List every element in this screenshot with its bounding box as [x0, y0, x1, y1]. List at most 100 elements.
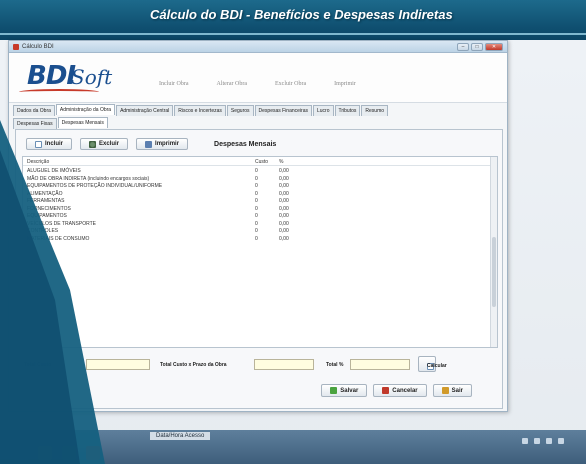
bdisoft-logo: BDI Soft — [15, 55, 112, 99]
network-icon[interactable] — [534, 438, 540, 444]
total-cost-field[interactable] — [86, 359, 150, 370]
scroll-thumb[interactable] — [492, 237, 496, 307]
include-label: Incluir — [45, 141, 64, 147]
flag-icon[interactable] — [558, 438, 564, 444]
print-button[interactable]: Imprimir — [136, 138, 189, 150]
header-pct: % — [279, 159, 284, 165]
include-button[interactable]: Incluir — [26, 138, 73, 150]
tab-despesas-fixas[interactable]: Despesas Fixas — [13, 118, 57, 129]
cell-cost: 0 — [255, 198, 258, 204]
cell-cost: 0 — [255, 168, 258, 174]
cell-cost: 0 — [255, 235, 258, 242]
total-pct-field[interactable] — [350, 359, 410, 370]
header-actions: Incluir Obra Alterar Obra Excluir Obra I… — [159, 81, 356, 87]
tab-administracao-central[interactable]: Administração Central — [116, 105, 174, 116]
cell-cost: 0 — [255, 228, 258, 234]
include-work-button[interactable]: Incluir Obra — [159, 81, 189, 87]
cell-cost: 0 — [255, 190, 258, 197]
gear-icon — [89, 140, 97, 148]
cancel-button[interactable]: Cancelar — [373, 384, 427, 397]
table-row[interactable]: CONTROLES 0 0,00 — [23, 227, 497, 234]
cell-pct: 0,00 — [279, 198, 289, 204]
bdi-window: Cálculo BDI – □ ✕ BDI Soft Incluir Obra … — [8, 40, 508, 412]
volume-icon[interactable] — [546, 438, 552, 444]
check-icon — [330, 387, 338, 394]
tab-tributos[interactable]: Tributos — [334, 105, 361, 116]
edit-work-button[interactable]: Alterar Obra — [217, 81, 247, 87]
cell-pct: 0,00 — [279, 175, 289, 182]
minimize-icon[interactable]: – — [457, 43, 469, 51]
toolbar: Incluir Excluir Imprimir Despesas Mensai… — [26, 138, 276, 150]
window-title: Cálculo BDI — [22, 44, 54, 50]
tray-icon[interactable] — [522, 438, 528, 444]
delete-work-button[interactable]: Excluir Obra — [275, 81, 306, 87]
taskbar-icons — [14, 446, 100, 460]
app-icon — [13, 44, 19, 50]
cancel-label: Cancelar — [392, 387, 418, 394]
cell-pct: 0,00 — [279, 235, 289, 242]
maximize-icon[interactable]: □ — [471, 43, 483, 51]
section-title: Despesas Mensais — [214, 140, 277, 148]
table-row[interactable]: ALUGUEL DE IMÓVEIS 0 0,00 — [23, 167, 497, 174]
tab-despesas-financeiras[interactable]: Despesas Financeiras — [254, 105, 312, 116]
delete-button[interactable]: Excluir — [80, 138, 129, 150]
cell-cost: 0 — [255, 175, 258, 182]
close-icon[interactable]: ✕ — [485, 43, 503, 51]
table-row[interactable]: EQUIPAMENTOS DE PROTEÇÃO INDIVIDUAL/UNIF… — [23, 182, 497, 189]
tab-lucro[interactable]: Lucro — [312, 105, 334, 116]
taskbar: Data/Hora Acesso — [0, 430, 586, 464]
table-row[interactable]: ALIMENTAÇÃO 0 0,00 — [23, 190, 497, 197]
total-cost-term-label: Total Custo x Prazo da Obra — [160, 362, 227, 368]
tab-resumo[interactable]: Resumo — [361, 105, 389, 116]
delete-label: Excluir — [99, 141, 120, 147]
print-work-button[interactable]: Imprimir — [334, 81, 356, 87]
app-icon-3[interactable] — [86, 446, 100, 460]
tab-seguros[interactable]: Seguros — [226, 105, 254, 116]
table-row[interactable]: MATERIAIS DE CONSUMO 0 0,00 — [23, 235, 497, 242]
slide-title: Cálculo do BDI - Benefícios e Despesas I… — [150, 7, 453, 22]
total-cost-term-field[interactable] — [254, 359, 314, 370]
taskbar-label: Data/Hora Acesso — [150, 432, 211, 440]
cell-cost: 0 — [255, 183, 258, 189]
cell-desc: EQUIPAMENTOS DE PROTEÇÃO INDIVIDUAL/UNIF… — [27, 183, 163, 189]
table-row[interactable]: FORNECIMENTOS 0 0,00 — [23, 205, 497, 212]
tab-despesas-mensais[interactable]: Despesas Mensais — [57, 117, 108, 128]
page-icon — [35, 140, 42, 148]
slide-underline — [0, 33, 586, 35]
tab-administracao-obra[interactable]: Administração da Obra — [55, 104, 116, 115]
cell-desc: EQUIPAMENTOS — [27, 213, 67, 219]
table-row[interactable]: EQUIPAMENTOS 0 0,00 — [23, 212, 497, 219]
cell-desc: MATERIAIS DE CONSUMO — [27, 235, 90, 242]
start-icon[interactable] — [14, 446, 28, 460]
cell-pct: 0,00 — [279, 205, 289, 212]
footer-buttons: Salvar Cancelar Sair — [321, 384, 472, 397]
window-controls: – □ ✕ — [457, 43, 503, 51]
table-row[interactable]: MÃO DE OBRA INDIRETA (incluindo encargos… — [23, 175, 497, 182]
exit-icon — [441, 387, 449, 394]
cell-pct: 0,00 — [279, 213, 289, 219]
cell-desc: MÃO DE OBRA INDIRETA (incluindo encargos… — [27, 175, 150, 182]
content-panel: Incluir Excluir Imprimir Despesas Mensai… — [15, 129, 503, 409]
app-icon-2[interactable] — [62, 446, 76, 460]
expenses-grid: Descrição Custo % ALUGUEL DE IMÓVEIS 0 0,0… — [22, 156, 498, 348]
tab-dados-obra[interactable]: Dados da Obra — [13, 105, 55, 116]
main-tabs: Dados da Obra Administração da Obra Admi… — [13, 104, 389, 116]
table-row[interactable]: FERRAMENTAS 0 0,00 — [23, 197, 497, 204]
grid-scrollbar[interactable] — [490, 157, 497, 347]
cancel-icon — [382, 387, 390, 394]
window-titlebar[interactable]: Cálculo BDI – □ ✕ — [9, 41, 507, 53]
table-row[interactable]: VEÍCULOS DE TRANSPORTE 0 0,00 — [23, 220, 497, 227]
slide-banner: Cálculo do BDI - Benefícios e Despesas I… — [0, 0, 586, 40]
print-label: Imprimir — [155, 141, 180, 147]
cell-desc: VEÍCULOS DE TRANSPORTE — [27, 220, 96, 227]
cell-cost: 0 — [255, 220, 258, 227]
cell-pct: 0,00 — [279, 228, 289, 234]
tab-riscos[interactable]: Riscos e Incertezas — [174, 105, 226, 116]
save-button[interactable]: Salvar — [321, 384, 368, 397]
exit-button[interactable]: Sair — [432, 384, 472, 397]
folder-icon[interactable] — [38, 446, 52, 460]
system-tray — [522, 438, 564, 444]
cell-desc: ALIMENTAÇÃO — [27, 190, 63, 197]
calculate-button[interactable]: Calcular — [418, 356, 447, 372]
cell-cost: 0 — [255, 205, 258, 212]
